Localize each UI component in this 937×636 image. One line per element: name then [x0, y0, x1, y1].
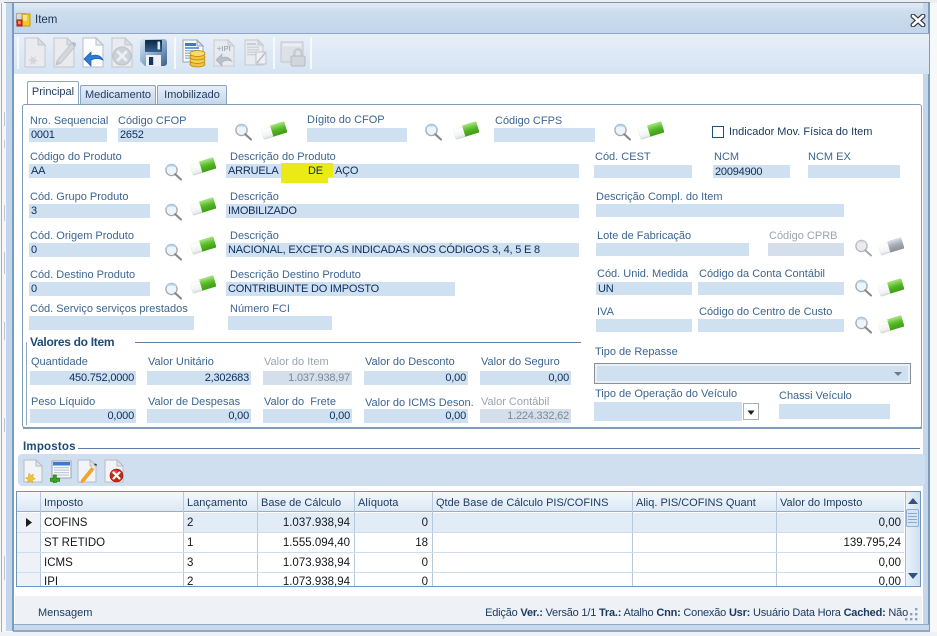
svg-text:+IPI: +IPI: [217, 44, 231, 53]
